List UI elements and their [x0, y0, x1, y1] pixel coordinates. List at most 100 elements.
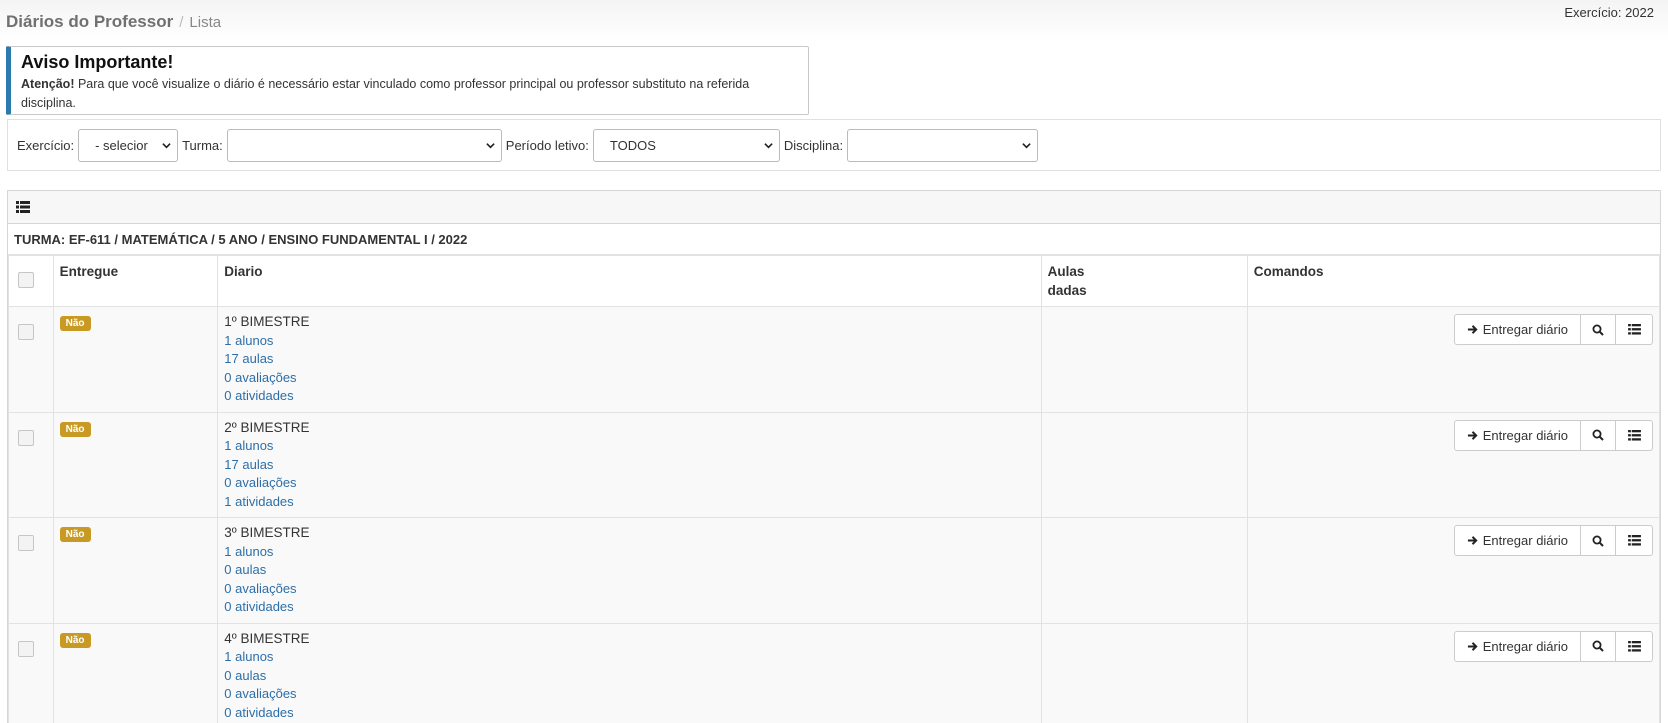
- exercicio-indicator: Exercício: 2022: [1564, 5, 1654, 20]
- aulas-link[interactable]: 17 aulas: [224, 350, 1034, 369]
- diario-cell: 2º BIMESTRE 1 alunos 17 aulas 0 avaliaçõ…: [217, 411, 1042, 518]
- atividades-link[interactable]: 0 atividades: [224, 704, 1034, 723]
- exercicio-label: Exercício:: [17, 137, 75, 153]
- diario-cell: 3º BIMESTRE 1 alunos 0 aulas 0 avaliaçõe…: [217, 517, 1042, 624]
- entregar-diario-label: Entregar diário: [1482, 533, 1568, 548]
- breadcrumb-current: Lista: [189, 14, 222, 31]
- entregar-diario-button[interactable]: Entregar diário: [1453, 630, 1581, 662]
- status-badge: Não: [59, 316, 91, 331]
- periodo-select-value: TODOS: [609, 137, 656, 153]
- table-row: Não 2º BIMESTRE 1 alunos 17 aulas 0 aval…: [8, 411, 1660, 518]
- list-icon: [1627, 535, 1641, 546]
- atividades-link[interactable]: 0 atividades: [224, 598, 1034, 617]
- col-entregue: Entregue: [52, 255, 219, 307]
- status-badge: Não: [59, 527, 91, 542]
- list-icon: [1627, 429, 1641, 441]
- list-icon: [1627, 324, 1641, 335]
- panel-header: [8, 191, 1660, 224]
- periodo-label: Período letivo:: [505, 137, 589, 153]
- entregar-diario-button[interactable]: Entregar diário: [1453, 419, 1581, 451]
- command-group: Entregar diário: [1254, 525, 1653, 556]
- row-select-cell: [8, 306, 54, 413]
- arrow-right-icon: [1467, 641, 1478, 651]
- aulas-dadas-cell: [1040, 622, 1248, 723]
- aulas-dadas-cell: [1040, 517, 1248, 624]
- details-button[interactable]: [1615, 314, 1653, 345]
- aulas-link[interactable]: 0 aulas: [224, 561, 1034, 580]
- search-icon: [1592, 324, 1604, 336]
- comandos-cell: Entregar diário: [1246, 517, 1660, 624]
- diario-cell: 1º BIMESTRE 1 alunos 17 aulas 0 avaliaçõ…: [217, 306, 1042, 413]
- view-button[interactable]: [1580, 314, 1616, 345]
- view-button[interactable]: [1580, 419, 1616, 451]
- entregar-diario-button[interactable]: Entregar diário: [1453, 314, 1581, 345]
- row-select-cell: [8, 622, 54, 723]
- alunos-link[interactable]: 1 alunos: [224, 437, 1034, 456]
- entregar-diario-label: Entregar diário: [1482, 638, 1568, 654]
- entregue-cell: Não: [52, 306, 219, 413]
- row-select-cell: [8, 411, 54, 518]
- entregue-cell: Não: [52, 517, 219, 624]
- avaliacoes-link[interactable]: 0 avaliações: [224, 474, 1034, 493]
- atividades-link[interactable]: 0 atividades: [224, 387, 1034, 406]
- chevron-down-icon: [162, 142, 171, 148]
- aulas-dadas-cell: [1040, 411, 1248, 518]
- arrow-right-icon: [1467, 430, 1478, 440]
- col-aulas-dadas: Aulas dadas: [1040, 255, 1248, 307]
- table-row: Não 3º BIMESTRE 1 alunos 0 aulas 0 avali…: [8, 517, 1660, 624]
- disciplina-select[interactable]: [847, 128, 1039, 162]
- entregue-cell: Não: [52, 411, 219, 518]
- arrow-right-icon: [1467, 325, 1478, 334]
- turma-label: Turma:: [182, 137, 223, 153]
- chevron-down-icon: [1022, 142, 1031, 148]
- diario-name: 1º BIMESTRE: [224, 314, 310, 329]
- entregar-diario-button[interactable]: Entregar diário: [1453, 525, 1581, 556]
- row-checkbox[interactable]: [18, 324, 34, 340]
- diario-name: 3º BIMESTRE: [224, 525, 310, 540]
- alunos-link[interactable]: 1 alunos: [224, 332, 1034, 351]
- chevron-down-icon: [764, 142, 773, 148]
- details-button[interactable]: [1615, 630, 1653, 662]
- details-button[interactable]: [1615, 419, 1653, 451]
- atividades-link[interactable]: 1 atividades: [224, 493, 1034, 512]
- turma-select[interactable]: [226, 128, 502, 162]
- arrow-right-icon: [1467, 536, 1478, 545]
- alunos-link[interactable]: 1 alunos: [224, 648, 1034, 667]
- col-comandos: Comandos: [1246, 255, 1660, 307]
- alunos-link[interactable]: 1 alunos: [224, 543, 1034, 562]
- row-select-cell: [8, 517, 54, 624]
- details-button[interactable]: [1615, 525, 1653, 556]
- comandos-cell: Entregar diário: [1246, 622, 1660, 723]
- row-checkbox[interactable]: [18, 535, 34, 551]
- aulas-link[interactable]: 17 aulas: [224, 456, 1034, 475]
- view-button[interactable]: [1580, 525, 1616, 556]
- chevron-down-icon: [486, 142, 495, 148]
- list-icon: [1627, 640, 1641, 652]
- search-icon: [1592, 429, 1604, 441]
- diarios-table: Entregue Diario Aulas dadas Comandos Não …: [8, 255, 1660, 723]
- table-row: Não 1º BIMESTRE 1 alunos 17 aulas 0 aval…: [8, 306, 1660, 413]
- top-bar: [0, 0, 1668, 42]
- avaliacoes-link[interactable]: 0 avaliações: [224, 369, 1034, 388]
- exercicio-select[interactable]: - selecior: [78, 128, 179, 162]
- diario-cell: 4º BIMESTRE 1 alunos 0 aulas 0 avaliaçõe…: [217, 622, 1042, 723]
- table-header-row: Entregue Diario Aulas dadas Comandos: [8, 255, 1660, 307]
- list-icon: [16, 201, 30, 213]
- avaliacoes-link[interactable]: 0 avaliações: [224, 685, 1034, 704]
- avaliacoes-link[interactable]: 0 avaliações: [224, 580, 1034, 599]
- select-all-checkbox[interactable]: [18, 272, 34, 288]
- aulas-link[interactable]: 0 aulas: [224, 667, 1034, 686]
- comandos-cell: Entregar diário: [1246, 306, 1660, 413]
- disciplina-label: Disciplina:: [783, 137, 844, 153]
- periodo-select[interactable]: TODOS: [592, 128, 780, 162]
- diarios-panel: TURMA: EF-611 / MATEMÁTICA / 5 ANO / ENS…: [7, 190, 1661, 723]
- search-icon: [1592, 535, 1604, 547]
- page-title[interactable]: Diários do Professor: [6, 12, 173, 31]
- filter-bar: Exercício: - selecior Turma: Período let…: [7, 119, 1661, 171]
- row-checkbox[interactable]: [18, 429, 34, 446]
- row-checkbox[interactable]: [18, 640, 34, 657]
- breadcrumb: Diários do Professor / Lista: [6, 12, 221, 32]
- view-button[interactable]: [1580, 630, 1616, 662]
- diario-name: 4º BIMESTRE: [224, 630, 310, 646]
- status-badge: Não: [59, 421, 91, 437]
